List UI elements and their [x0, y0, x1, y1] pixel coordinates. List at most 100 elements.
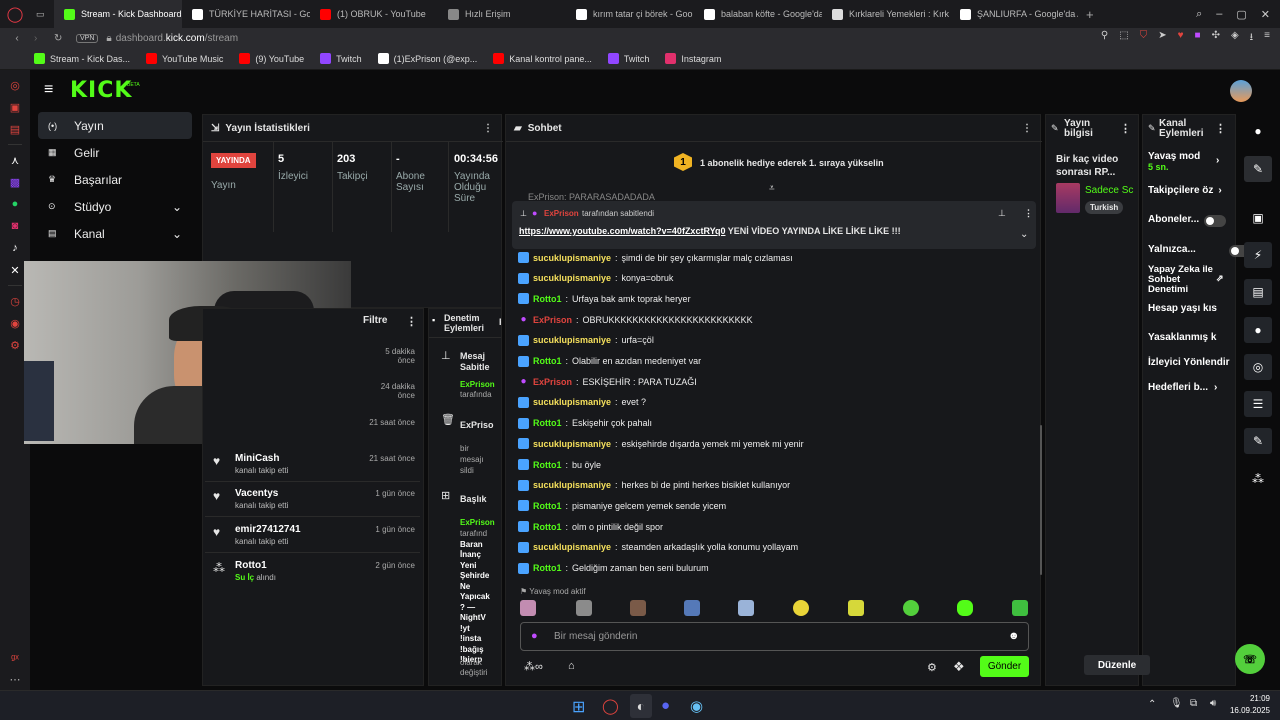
- filter-button[interactable]: Filtre: [363, 315, 387, 326]
- url-field[interactable]: dashboard.kick.com/stream: [116, 33, 238, 44]
- aria-icon[interactable]: ◎: [0, 74, 30, 96]
- chat-message[interactable]: ● ExPrison: ESKİŞEHİR : PARA TUZAĞI: [518, 376, 696, 387]
- shield-icon[interactable]: ⛉: [1140, 30, 1148, 47]
- emote-only-action[interactable]: Yalnızca...: [1148, 244, 1196, 255]
- maximize-icon[interactable]: ▢: [1236, 8, 1246, 21]
- chat-message[interactable]: sucuklupismaniye: şimdi de bir şey çıkarm…: [518, 252, 793, 263]
- chat-message[interactable]: sucuklupismaniye: steamden arkadaşlık yol…: [518, 541, 798, 553]
- browser-tab[interactable]: (1) OBRUK - YouTube: [310, 0, 438, 28]
- gift-icon[interactable]: ❖: [953, 659, 965, 675]
- channel-actions-more-icon[interactable]: ⋮: [1215, 122, 1226, 135]
- edit-pencil-icon[interactable]: ✎: [1244, 156, 1272, 182]
- gallery-icon[interactable]: ▤: [0, 118, 30, 140]
- windows-start-icon[interactable]: ⊞: [572, 697, 585, 717]
- browser-tab[interactable]: Kırklareli Yemekleri : Kırk: [822, 0, 950, 28]
- emote-icon[interactable]: [903, 600, 919, 616]
- opera-taskbar-icon[interactable]: ◯: [602, 697, 619, 715]
- nav-item-3[interactable]: ⊙ Stüdyo ⌄: [38, 193, 192, 220]
- chat-message[interactable]: Rotto1: Eskişehir çok pahalı: [518, 417, 652, 429]
- chat-message[interactable]: sucuklupismaniye: urfa=çöl: [518, 334, 654, 346]
- subs-only-toggle[interactable]: [1204, 215, 1226, 227]
- mic-tray-icon[interactable]: 🎙︎: [1170, 698, 1183, 709]
- nav-item-2[interactable]: ♛ Başarılar: [38, 166, 192, 193]
- pinned-link[interactable]: https://www.youtube.com/watch?v=40fZxctR…: [519, 226, 725, 236]
- bookmark-item[interactable]: Instagram: [665, 53, 721, 64]
- browser-tab[interactable]: Hızlı Erişim: [438, 0, 566, 28]
- banned-words-action[interactable]: Yasaklanmış k: [1148, 332, 1216, 343]
- opera-logo-icon[interactable]: ◯: [0, 0, 30, 28]
- feed-item[interactable]: Vacentys kanalı takip etti: [235, 488, 288, 510]
- tab-overview-icon[interactable]: ▭: [30, 0, 54, 28]
- chat-scrollbar[interactable]: [1040, 425, 1042, 575]
- slow-mode-action[interactable]: Yavaş mod 5 sn.: [1148, 151, 1200, 172]
- browser-tab[interactable]: TÜRKİYE HARİTASI - Goo: [182, 0, 310, 28]
- twitch-side-icon[interactable]: ▩: [0, 171, 30, 193]
- bookmark-item[interactable]: YouTube Music: [146, 53, 223, 64]
- goals-action[interactable]: Hedefleri b... ›: [1148, 382, 1217, 393]
- back-icon[interactable]: ‹: [0, 33, 34, 44]
- nav-item-1[interactable]: ▦ Gelir: [38, 139, 192, 166]
- chat-bubble-side-icon[interactable]: ●: [1244, 317, 1272, 343]
- chat-message[interactable]: sucuklupismaniye: herkes bi de pinti herk…: [518, 479, 790, 491]
- external-link-icon[interactable]: ⇗: [1216, 273, 1224, 284]
- steam-taskbar-icon[interactable]: ◉: [690, 697, 703, 715]
- expand-chevron-icon[interactable]: ⩡: [769, 183, 775, 194]
- chat-username[interactable]: sucuklupismaniye: [533, 273, 611, 283]
- snapshot-square-icon[interactable]: ▣: [1244, 205, 1272, 231]
- feed-item[interactable]: Rotto1 Su İç alındı: [235, 560, 276, 582]
- chat-message[interactable]: sucuklupismaniye: konya=obruk: [518, 272, 673, 284]
- emote-icon[interactable]: [793, 600, 809, 616]
- chat-message[interactable]: ● ExPrison: OBRUKKKKKKKKKKKKKKKKKKKKKKKK: [518, 314, 752, 325]
- kick-logo[interactable]: KICK: [70, 78, 132, 103]
- emote-icon[interactable]: [738, 600, 754, 616]
- chevron-right-icon[interactable]: ›: [1216, 155, 1219, 166]
- mod-more-icon[interactable]: F: [499, 317, 501, 327]
- search-tabs-icon[interactable]: ⌕: [1196, 8, 1202, 21]
- kick-side-icon[interactable]: ⋏: [0, 149, 30, 171]
- bookmark-item[interactable]: Twitch: [607, 53, 649, 64]
- bookmark-item[interactable]: (9) YouTube: [239, 53, 304, 64]
- unpin-icon[interactable]: ⊥: [998, 208, 1006, 219]
- nav-item-4[interactable]: ▤ Kanal ⌄: [38, 220, 192, 247]
- cube-icon[interactable]: ◈: [1231, 30, 1239, 47]
- browser-tab[interactable]: kırım tatar çi börek - Goo: [566, 0, 694, 28]
- browser-tab[interactable]: Stream - Kick Dashboard: [54, 0, 182, 28]
- clock-date[interactable]: 16.09.2025: [1222, 706, 1270, 715]
- chat-message[interactable]: sucuklupismaniye: eskişehirde dışarda yem…: [518, 438, 804, 450]
- wrench-side-icon[interactable]: ✎: [1244, 428, 1272, 454]
- vpn-badge[interactable]: VPN: [76, 33, 99, 43]
- network-tray-icon[interactable]: ⧉: [1190, 698, 1197, 709]
- feed-item[interactable]: MiniCash kanalı takip etti: [235, 453, 288, 475]
- bookmark-item[interactable]: Twitch: [320, 53, 362, 64]
- emote-icon[interactable]: [576, 600, 592, 616]
- lightning-icon[interactable]: ⚡︎: [1244, 242, 1272, 268]
- edit-button[interactable]: Düzenle: [1084, 655, 1150, 675]
- obs-taskbar-icon[interactable]: ◐: [630, 694, 652, 718]
- tag-badge[interactable]: Turkish: [1085, 201, 1124, 214]
- stream-info-more-icon[interactable]: ⋮: [1120, 122, 1131, 135]
- volume-tray-icon[interactable]: 🔊︎: [1210, 698, 1216, 709]
- followers-only-action[interactable]: Takipçilere öz ›: [1148, 185, 1222, 196]
- tray-chevron-icon[interactable]: ⌃: [1148, 699, 1156, 710]
- bookmark-item[interactable]: (1)ExPrison (@exp...: [377, 53, 477, 64]
- heart-icon[interactable]: ♥: [1178, 30, 1184, 47]
- emote-icon[interactable]: [957, 600, 973, 616]
- bookmark-item[interactable]: Kanal kontrol pane...: [493, 53, 592, 64]
- store-icon[interactable]: ⌂: [568, 660, 575, 672]
- category-name[interactable]: Sadece Sc: [1085, 185, 1140, 196]
- reload-icon[interactable]: ↻: [54, 33, 76, 44]
- chat-username[interactable]: Rotto1: [533, 522, 562, 532]
- chat-username[interactable]: Rotto1: [533, 294, 562, 304]
- chat-message[interactable]: Rotto1: Geldiğim zaman ben seni bulurum: [518, 562, 709, 574]
- account-age-action[interactable]: Hesap yaşı kıs: [1148, 303, 1217, 314]
- clock-time[interactable]: 21:09: [1230, 694, 1270, 703]
- more-side-icon[interactable]: ⋯: [0, 668, 30, 690]
- gift-leaderboard-text[interactable]: 1 abonelik hediye ederek 1. sıraya yükse…: [700, 158, 884, 168]
- gx-icon[interactable]: ᵍˣ: [0, 648, 30, 670]
- chat-username[interactable]: sucuklupismaniye: [533, 335, 611, 345]
- chat-message[interactable]: Rotto1: Olabilir en azıdan medeniyet var: [518, 355, 701, 367]
- pinned-collapse-icon[interactable]: ⌄: [1020, 229, 1028, 240]
- users-side-icon[interactable]: ⁂: [1244, 466, 1272, 492]
- new-tab-icon[interactable]: +: [1078, 7, 1102, 22]
- chat-username[interactable]: ExPrison: [533, 377, 572, 387]
